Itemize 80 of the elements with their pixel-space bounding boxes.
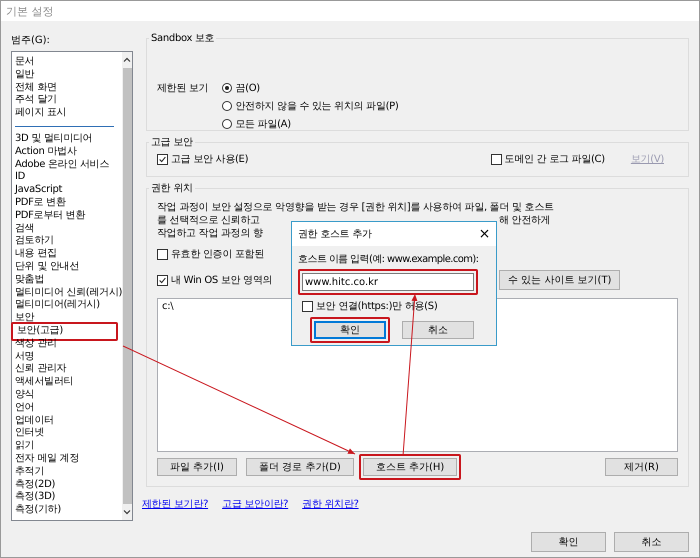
category-item[interactable]: 신뢰 관리자	[13, 363, 122, 376]
category-item[interactable]: 언어	[13, 402, 122, 415]
add-button[interactable]: 파일 추가(I)	[157, 458, 237, 476]
scroll-thumb[interactable]	[122, 68, 132, 504]
category-item[interactable]: 전체 화면	[13, 82, 122, 94]
radio-button[interactable]	[222, 119, 232, 129]
checkbox-label: 도메인 간 로그 파일(C)	[504, 153, 605, 166]
remove-button[interactable]: 제거(R)	[605, 458, 678, 476]
dialog-button[interactable]: 취소	[614, 532, 689, 552]
description-text: 작업 과정이 보안 설정으로 악영향을 받는 경우 [권한 위치]를 사용하여 파일, 폴더 및 호스트	[157, 201, 554, 214]
scroll-down-icon[interactable]	[122, 507, 132, 517]
category-item[interactable]: Adobe 온라인 서비스	[13, 158, 122, 172]
view-sites-button[interactable]: 수 있는 사이트 보기(T)	[499, 270, 620, 290]
help-link[interactable]: 권한 위치란?	[302, 497, 359, 511]
dialog-button[interactable]: 취소	[402, 321, 474, 339]
radio-button[interactable]	[222, 101, 232, 111]
option-label: 안전하지 않을 수 있는 위치의 파일(P)	[235, 100, 399, 113]
category-item[interactable]: 검토하기	[13, 235, 122, 248]
scrollbar[interactable]	[122, 52, 132, 520]
group-title: 고급 보안	[150, 136, 194, 149]
category-item[interactable]: 양식	[13, 388, 122, 402]
checkbox[interactable]	[157, 248, 168, 260]
location-item[interactable]: c:\	[158, 299, 178, 314]
category-item[interactable]: 보안(고급)	[15, 324, 64, 338]
checkbox[interactable]	[302, 300, 313, 312]
category-item[interactable]: 측정(2D)	[13, 478, 122, 492]
group-title: 권한 위치	[150, 182, 194, 195]
checkbox[interactable]	[157, 274, 168, 286]
category-item[interactable]: 일반	[13, 68, 122, 82]
category-item[interactable]: JavaScript	[13, 184, 122, 197]
option-label: 모든 파일(A)	[235, 118, 291, 131]
category-item[interactable]: 페이지 표시	[13, 107, 122, 120]
category-item[interactable]: PDF로 변환	[13, 196, 122, 210]
checkbox[interactable]	[490, 154, 502, 164]
help-link[interactable]: 고급 보안이란?	[222, 497, 288, 511]
category-item[interactable]: 멀티미디어 신뢰(레거시)	[13, 286, 122, 300]
category-label: 범주(G):	[11, 34, 51, 48]
category-item[interactable]: 3D 및 멀티미디어	[13, 132, 122, 146]
category-item[interactable]: 문서	[13, 56, 122, 69]
description-text: 해 안전하게	[499, 214, 550, 227]
field-label: 호스트 이름 입력(예: www.example.com):	[298, 253, 480, 266]
category-item[interactable]: 내용 편집	[13, 248, 122, 261]
category-item[interactable]: 전자 메일 계정	[13, 452, 122, 466]
category-item[interactable]: 측정(기하)	[13, 504, 122, 517]
option-label: 끔(O)	[235, 82, 260, 95]
category-item[interactable]: 색상 관리	[13, 338, 122, 351]
category-item[interactable]: 맞춤법	[13, 274, 122, 287]
host-input[interactable]: www.hitc.co.kr	[302, 273, 474, 291]
category-item[interactable]: 보안	[13, 312, 122, 325]
add-button[interactable]: 폴더 경로 추가(D)	[246, 458, 354, 476]
help-link[interactable]: 제한된 보기란?	[142, 497, 208, 511]
dialog-button[interactable]: 확인	[314, 321, 386, 339]
description-text: 작업하고 작업 과정의 향	[157, 227, 263, 240]
category-item[interactable]: 액세서빌러티	[13, 376, 122, 389]
checkbox-label: 유효한 인증이 포함된	[171, 248, 264, 261]
category-item[interactable]: 인터넷	[13, 427, 122, 440]
category-item[interactable]: 멀티미디어(레거시)	[13, 299, 122, 312]
category-item[interactable]: 검색	[13, 222, 122, 236]
window-title: 기본 설정	[6, 5, 54, 18]
category-item[interactable]: 업데이터	[13, 414, 122, 428]
add-button[interactable]: 호스트 추가(H)	[362, 458, 458, 476]
category-item[interactable]: 서명	[13, 350, 122, 364]
group-title: Sandbox 보호	[150, 32, 216, 45]
dialog-title: 권한 호스트 추가	[298, 228, 372, 241]
category-item[interactable]: 추적기	[13, 466, 122, 478]
radio-button[interactable]	[222, 83, 232, 93]
description-text: 를 선택적으로 신뢰하고	[157, 214, 260, 227]
category-item[interactable]: 측정(3D)	[13, 491, 122, 504]
checkbox[interactable]	[157, 154, 168, 164]
close-button[interactable]: ×	[478, 226, 490, 242]
category-item[interactable]: Action 마법사	[13, 146, 122, 159]
category-item[interactable]: ID	[13, 171, 122, 184]
category-item[interactable]: 읽기	[13, 440, 122, 453]
category-item[interactable]: 단위 및 안내선	[13, 260, 122, 274]
category-item[interactable]: PDF로부터 변환	[13, 210, 122, 223]
checkbox-label: 내 Win OS 보안 영역의	[171, 274, 272, 287]
category-item[interactable]: 주석 달기	[13, 94, 122, 108]
setting-label: 제한된 보기	[157, 82, 208, 96]
dialog-button[interactable]: 확인	[531, 532, 606, 552]
checkbox-label: 고급 보안 사용(E)	[171, 153, 248, 166]
